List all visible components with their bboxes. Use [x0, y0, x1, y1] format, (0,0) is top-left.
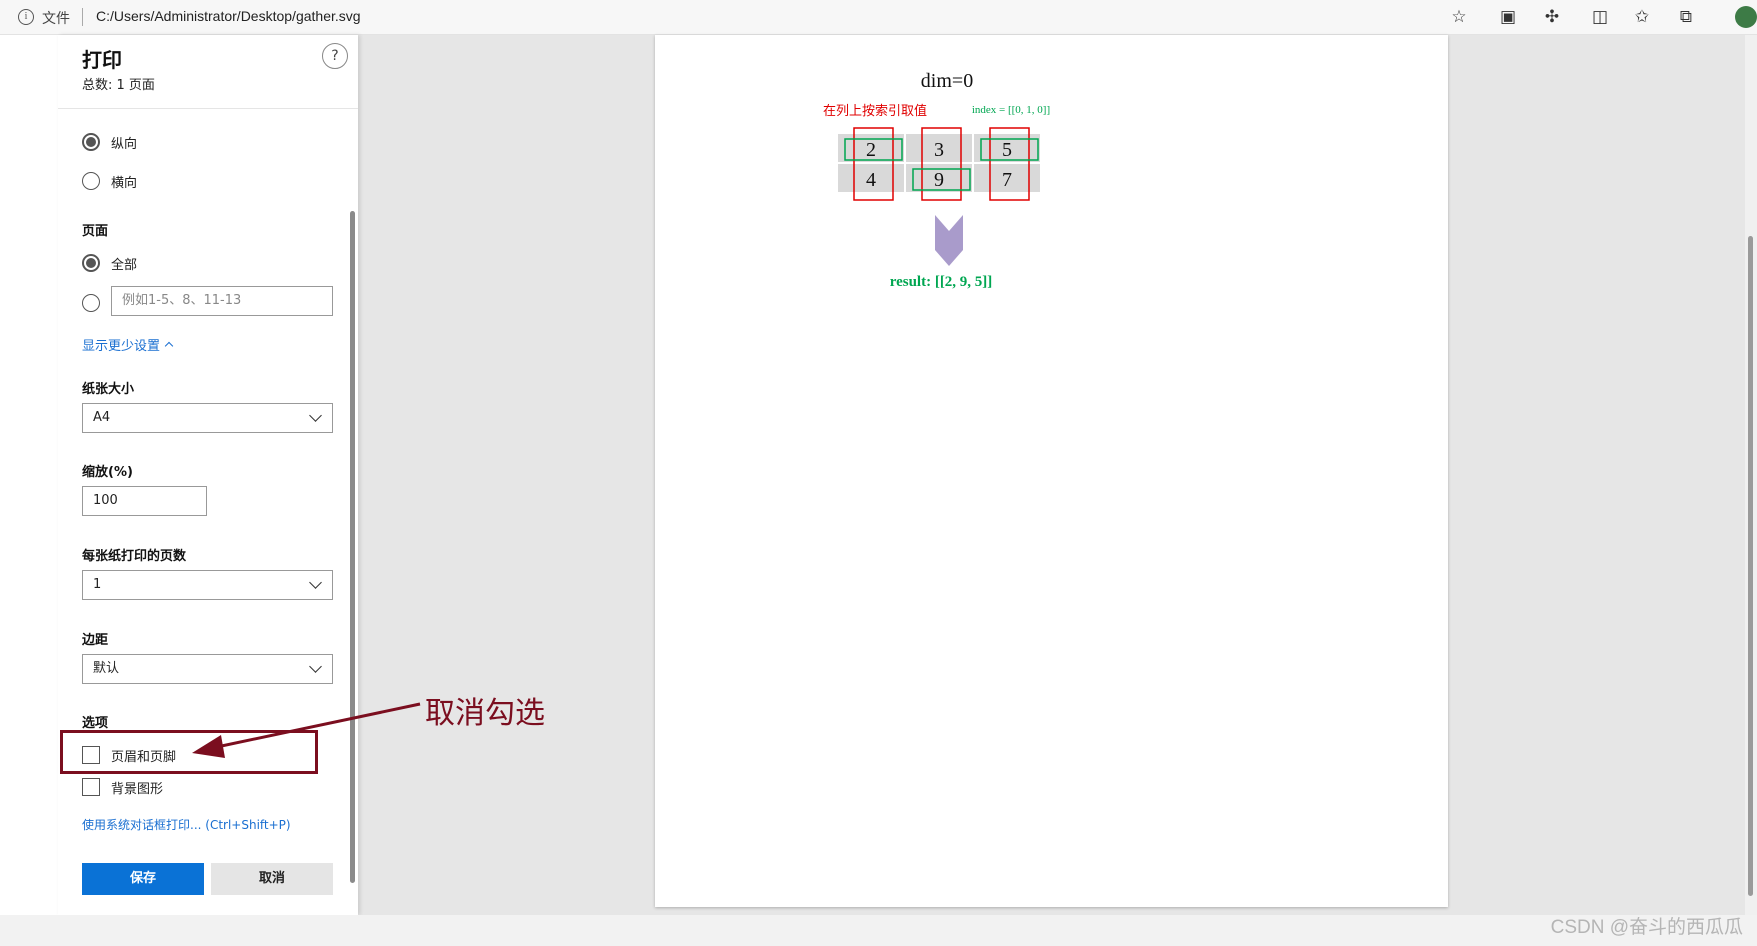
annotation-arrow-icon — [192, 702, 421, 758]
watermark: CSDN @奋斗的西瓜瓜 — [1550, 917, 1743, 938]
window-bottom — [0, 915, 1757, 946]
annotation-text: 取消勾选 — [425, 696, 545, 731]
